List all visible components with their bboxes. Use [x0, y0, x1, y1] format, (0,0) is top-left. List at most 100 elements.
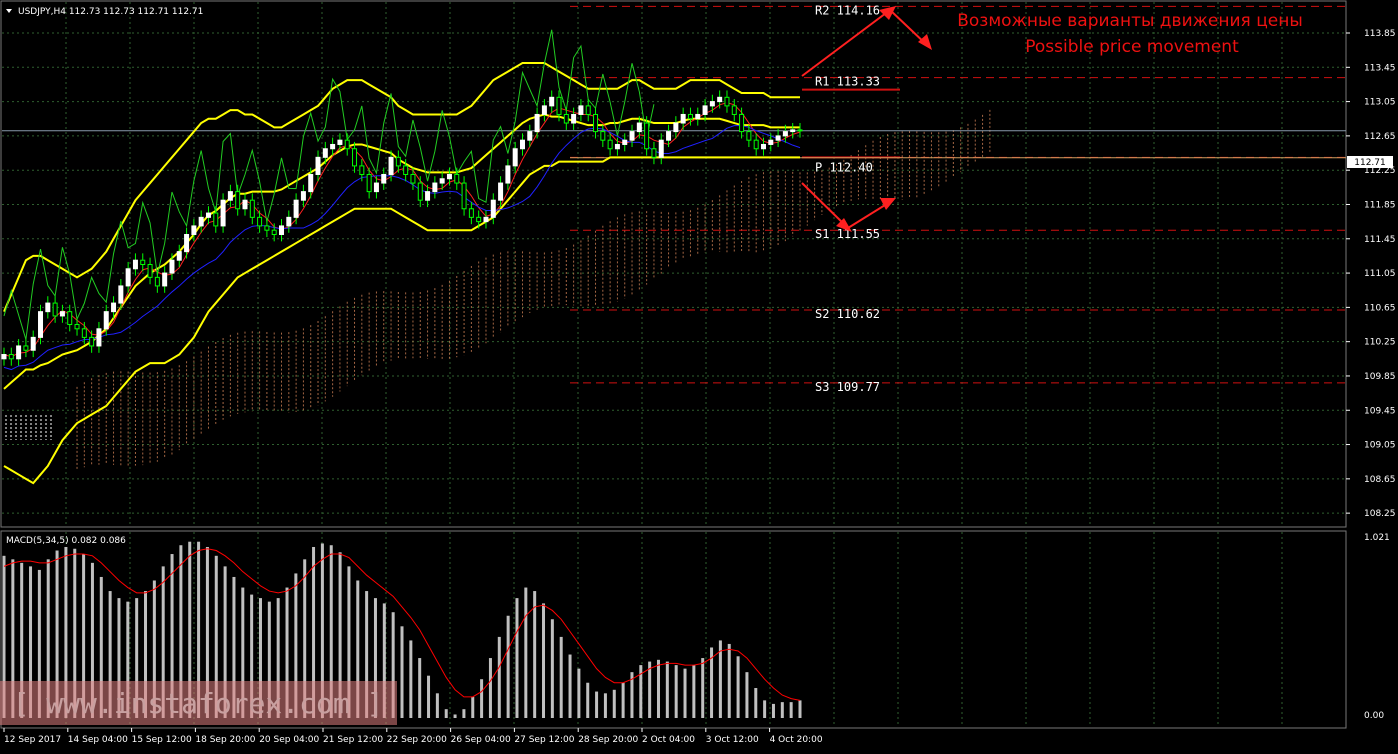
macd-bar — [701, 658, 705, 718]
y-tick-label: 111.85 — [1364, 200, 1396, 210]
macd-bar — [603, 693, 607, 718]
y-tick-label: 110.25 — [1364, 338, 1396, 348]
macd-bar — [577, 668, 581, 718]
macd-bar — [480, 679, 484, 718]
candle-body — [154, 276, 160, 287]
candle-body — [666, 131, 672, 141]
candle-body — [739, 113, 745, 133]
candle-body — [629, 131, 635, 141]
candle-body — [731, 105, 737, 115]
macd-bar — [453, 714, 457, 718]
candle-body — [352, 148, 358, 167]
price-axis[interactable]: 113.85113.45113.05112.65112.25111.85111.… — [1346, 29, 1396, 721]
watermark: [ www.instaforex.com ] — [13, 687, 384, 720]
x-tick-label: 15 Sep 12:00 — [132, 735, 192, 745]
macd-bar — [754, 688, 758, 718]
macd-bar — [771, 703, 775, 718]
indicator-lines — [3, 29, 801, 485]
candle-body — [614, 143, 620, 150]
y-tick-label: 111.45 — [1364, 235, 1396, 245]
candle-body — [8, 354, 14, 360]
x-tick-label: 18 Sep 20:00 — [195, 735, 255, 745]
candle-body — [717, 96, 723, 103]
candle-body — [512, 148, 518, 167]
candle-body — [191, 225, 197, 235]
candle-body — [658, 139, 664, 158]
macd-bar — [763, 700, 767, 718]
candle-body — [373, 182, 379, 193]
chart-canvas[interactable]: R2 114.16R1 113.33P 112.40S1 111.55S2 11… — [0, 0, 1398, 750]
candle-body — [103, 311, 109, 330]
candle-body — [797, 129, 803, 132]
candle-body — [432, 182, 438, 193]
candle-body — [505, 165, 511, 184]
candle-body — [279, 225, 285, 235]
candle-body — [578, 105, 584, 115]
candle-body — [622, 139, 628, 145]
x-tick-label: 2 Oct 04:00 — [642, 735, 695, 745]
macd-bar — [506, 615, 510, 718]
annotation-line-en: Possible price movement — [1025, 37, 1239, 57]
candle-body — [140, 259, 146, 265]
candle-body — [111, 302, 117, 313]
candle-body — [468, 208, 474, 218]
candle-body — [184, 233, 190, 253]
candle-body — [118, 285, 124, 304]
candle-body — [96, 328, 102, 347]
candle-body — [315, 156, 321, 175]
y-tick-label: 113.45 — [1364, 63, 1396, 73]
time-axis[interactable]: 12 Sep 2017 14 Sep 04:00 15 Sep 12:00 18 Se… — [3, 728, 823, 745]
bollinger-upper — [3, 62, 800, 313]
x-tick-label: 22 Sep 20:00 — [387, 735, 447, 745]
macd-bar — [621, 682, 625, 718]
candle-body — [753, 139, 759, 150]
candle-body — [286, 216, 292, 227]
candle-body — [490, 199, 496, 218]
arrow-up-line — [801, 9, 891, 77]
candle-body — [534, 113, 540, 133]
macd-bar — [656, 659, 660, 718]
x-tick-label: 27 Sep 12:00 — [514, 735, 574, 745]
candle-body — [257, 216, 263, 227]
macd-bar — [665, 661, 669, 718]
macd-bar — [400, 626, 404, 718]
candle-body — [476, 216, 482, 223]
candle-body — [16, 345, 22, 360]
symbol-header: USDJPY,H4 112.73 112.73 112.71 112.71 — [18, 7, 203, 17]
candle-body — [556, 96, 562, 115]
candle-body — [760, 143, 766, 150]
x-tick-label: 3 Oct 12:00 — [706, 735, 759, 745]
candle-body — [132, 259, 138, 270]
candle-body — [81, 328, 87, 338]
y-tick-label: 109.45 — [1364, 406, 1396, 416]
candle-body — [381, 173, 387, 184]
bollinger-middle — [3, 113, 800, 390]
dropdown-triangle-icon[interactable] — [6, 9, 12, 13]
candle-body — [271, 229, 277, 235]
candle-body — [1, 354, 7, 360]
candle-body — [702, 105, 708, 115]
candle-body — [768, 139, 774, 145]
macd-bar — [497, 636, 501, 718]
candle-body — [746, 131, 752, 141]
macd-bar — [409, 640, 413, 718]
level-label-s3: S3 109.77 — [815, 380, 880, 394]
x-tick-label: 4 Oct 20:00 — [770, 735, 823, 745]
candle-body — [585, 105, 591, 115]
candle-body — [30, 336, 36, 351]
macd-bar — [550, 619, 554, 718]
candle-body — [782, 131, 788, 137]
candle-body — [242, 199, 248, 210]
candle-body — [227, 191, 233, 201]
x-tick-label: 12 Sep 2017 — [4, 735, 61, 745]
macd-bar — [418, 658, 422, 718]
macd-bar — [789, 702, 793, 718]
macd-bar — [745, 672, 749, 718]
macd-bar — [471, 696, 475, 718]
candle-body — [680, 113, 686, 124]
candle-body — [344, 139, 350, 150]
candle-body — [220, 199, 226, 227]
candle-body — [235, 191, 241, 210]
macd-tick-label: 0.00 — [1364, 711, 1384, 721]
candle-body — [403, 165, 409, 175]
